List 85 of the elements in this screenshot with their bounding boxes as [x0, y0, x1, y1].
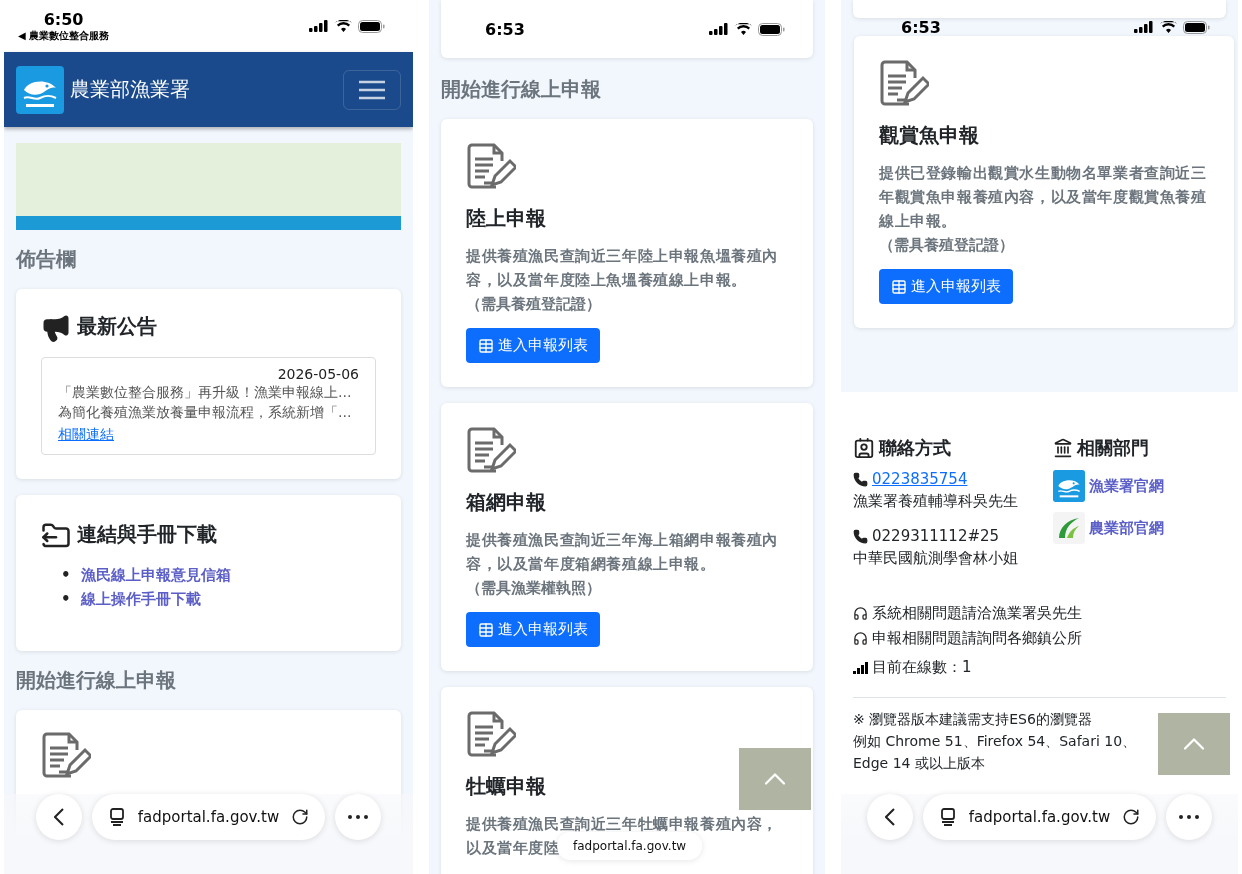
fish-logo-icon — [1053, 470, 1085, 502]
more-icon — [348, 815, 369, 819]
department-link[interactable]: 漁業署官網 — [1089, 476, 1164, 496]
tabs-icon — [107, 808, 126, 826]
signal-icon — [309, 20, 329, 32]
headset-icon — [853, 606, 868, 621]
report-list-button[interactable]: 進入申報列表 — [466, 328, 600, 363]
table-icon — [891, 278, 907, 295]
support-text: 系統相關問題請洽漁業署吳先生 — [872, 604, 1082, 623]
wifi-icon — [335, 20, 352, 32]
card-title: 觀賞魚申報 — [879, 122, 979, 149]
reload-icon — [291, 808, 310, 826]
signal-icon — [709, 23, 729, 35]
card-description: 提供已登錄輸出觀賞水生動物名單業者查詢近三年觀賞魚申報養殖內容，以及當年度觀賞魚養殖線上申報。 — [879, 163, 1208, 232]
department-link[interactable]: 農業部官網 — [1089, 518, 1164, 538]
more-button[interactable] — [335, 794, 382, 840]
support-text: 申報相關問題請詢問各鄉鎮公所 — [872, 629, 1082, 648]
back-button[interactable] — [866, 794, 913, 840]
headset-icon — [853, 631, 868, 646]
browser-note: 例如 Chrome 51、Firefox 54、Safari 10、Edge 14 或以上版本 — [853, 732, 1138, 773]
megaphone-icon — [41, 313, 71, 343]
fish-logo-icon — [16, 65, 64, 114]
news-date: 2026-05-06 — [277, 366, 359, 382]
bullet: • — [61, 565, 71, 586]
table-icon — [478, 337, 494, 354]
card-description: 提供養殖漁民查詢近三年海上箱網申報養殖內容，以及當年度箱網養殖線上申報。 — [466, 530, 779, 575]
phone-icon — [853, 528, 868, 544]
status-time: 6:50 — [43, 9, 84, 29]
card-title: 陸上申報 — [466, 205, 546, 232]
phone-icon — [853, 471, 868, 487]
wifi-icon — [735, 23, 752, 35]
site-title: 農業部漁業署 — [70, 76, 190, 103]
signal-bars-icon — [853, 661, 868, 674]
phone-number: 0229311112#25 — [872, 527, 1000, 545]
online-count: 目前在線數：1 — [872, 658, 972, 677]
browser-note: ※ 瀏覽器版本建議需支持ES6的瀏覽器 — [853, 710, 1093, 729]
requirement-note: （需具漁業權執照） — [466, 578, 602, 599]
table-icon — [478, 621, 494, 638]
download-link[interactable]: 線上操作手冊下載 — [80, 587, 201, 611]
more-button[interactable] — [1166, 794, 1213, 840]
requirement-note: （需具養殖登記證） — [466, 294, 602, 315]
url-bar[interactable]: fadportal.fa.gov.tw — [922, 794, 1157, 840]
card-title: 箱網申報 — [466, 489, 546, 516]
phone-number[interactable]: 0223835754 — [872, 470, 968, 488]
leaf-logo-icon — [1053, 512, 1085, 544]
chevron-left-icon — [53, 808, 64, 826]
contact-person: 中華民國航測學會林小姐 — [853, 549, 1018, 568]
requirement-note: （需具養殖登記證） — [879, 235, 1015, 256]
contact-icon — [853, 437, 875, 459]
footer-title: 相關部門 — [1077, 436, 1149, 460]
related-link[interactable]: 相關連結 — [58, 426, 114, 442]
card-title: 牡蠣申報 — [466, 773, 546, 800]
card-title: 最新公告 — [77, 313, 157, 340]
more-icon — [1179, 815, 1200, 819]
report-list-button[interactable]: 進入申報列表 — [879, 269, 1013, 304]
news-text: 「農業數位整合服務」再升級！漁業申報線上… — [58, 384, 353, 402]
section-title: 開始進行線上申報 — [16, 667, 177, 694]
battery-icon — [358, 19, 385, 33]
menu-icon — [359, 79, 385, 100]
card-description: 提供養殖漁民查詢近三年陸上申報魚塭養殖內容，以及當年度陸上魚塭養殖線上申報。 — [466, 246, 779, 291]
chevron-left-icon — [884, 808, 895, 826]
section-title: 開始進行線上申報 — [441, 76, 602, 103]
battery-icon — [758, 22, 785, 36]
bullet: • — [61, 589, 71, 610]
tabs-icon — [938, 808, 957, 826]
battery-icon — [1183, 20, 1210, 34]
wifi-icon — [1160, 21, 1177, 33]
card-description: 以及當年度陸 — [466, 838, 560, 859]
back-button[interactable] — [35, 794, 82, 840]
section-title: 佈告欄 — [16, 246, 77, 273]
contact-person: 漁業署養殖輔導科吳先生 — [853, 492, 1018, 511]
news-text: 為簡化養殖漁業放養量申報流程，系統新增「… — [58, 404, 353, 422]
landmark-icon — [1053, 438, 1073, 458]
back-to-app-link[interactable]: ◀ 農業數位整合服務 — [18, 28, 110, 43]
status-time: 6:53 — [485, 19, 525, 39]
report-list-button[interactable]: 進入申報列表 — [466, 612, 600, 647]
signal-icon — [1134, 21, 1154, 33]
card-title: 連結與手冊下載 — [77, 521, 217, 548]
status-time: 6:53 — [901, 17, 941, 37]
url-bar[interactable]: fadportal.fa.gov.tw — [91, 794, 326, 840]
card-description: 提供養殖漁民查詢近三年牡蠣申報養殖內容， — [466, 814, 778, 835]
reload-icon — [1122, 808, 1141, 826]
menu-button[interactable] — [343, 69, 401, 110]
download-link[interactable]: 漁民線上申報意見信箱 — [80, 563, 231, 587]
footer-title: 聯絡方式 — [879, 436, 951, 460]
